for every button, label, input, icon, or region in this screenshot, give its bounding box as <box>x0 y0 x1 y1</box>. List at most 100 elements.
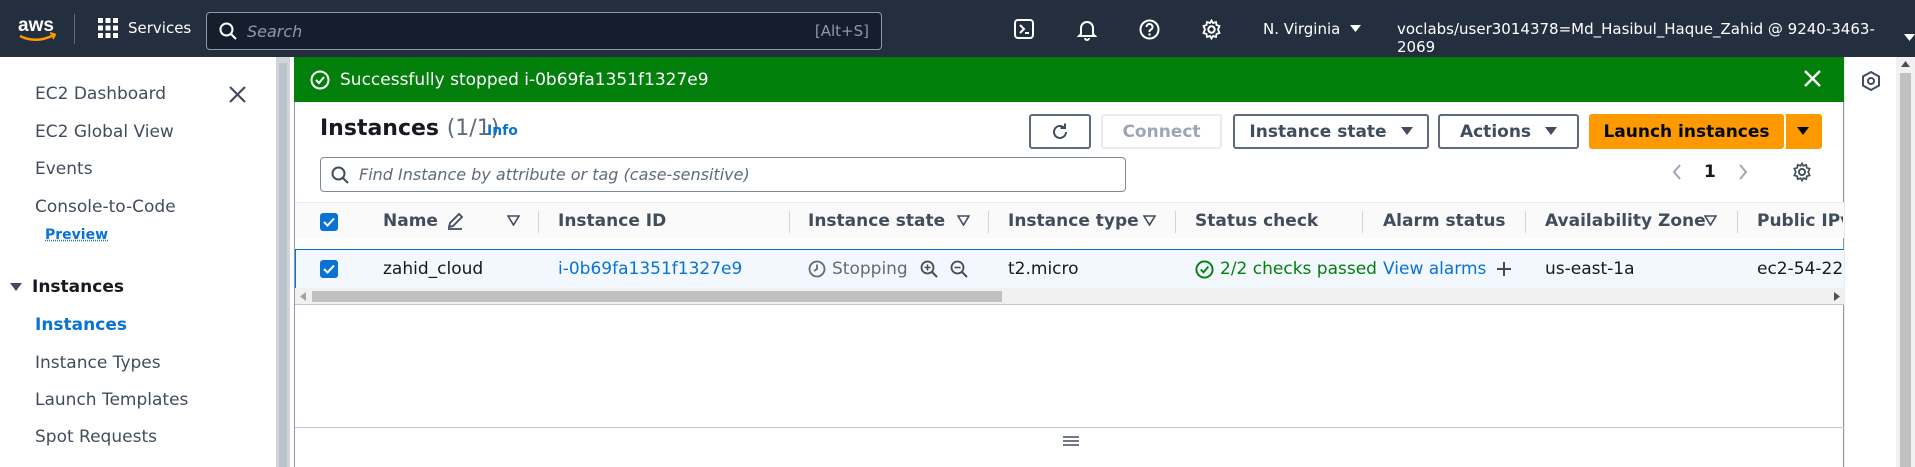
page-number[interactable]: 1 <box>1704 162 1716 182</box>
grid-icon <box>98 18 118 38</box>
success-check-icon <box>1195 259 1214 279</box>
column-divider[interactable] <box>1525 211 1526 233</box>
top-navigation: aws Services [Alt+S] N. Vir <box>0 0 1915 57</box>
right-tools-rail <box>1844 57 1896 467</box>
zoom-out-icon[interactable] <box>950 260 968 278</box>
search-input[interactable] <box>247 21 815 41</box>
sidebar-item-events[interactable]: Events <box>35 159 93 179</box>
chevron-left-icon[interactable] <box>1672 163 1682 181</box>
sidebar-item-ec2-dashboard[interactable]: EC2 Dashboard <box>35 84 166 104</box>
main-content: Successfully stopped i-0b69fa1351f1327e9… <box>294 57 1845 467</box>
drag-handle-icon[interactable] <box>1063 436 1079 446</box>
sidebar-item-instances[interactable]: Instances <box>35 315 127 335</box>
sort-caret-icon[interactable] <box>507 215 520 226</box>
view-alarms-link[interactable]: View alarms <box>1383 259 1486 279</box>
cell-name: zahid_cloud <box>383 259 484 279</box>
services-menu-button[interactable]: Services <box>98 18 191 38</box>
split-panel-handle[interactable] <box>295 427 1845 467</box>
column-header-status-check[interactable]: Status check <box>1195 211 1318 231</box>
sidebar-item-instance-types[interactable]: Instance Types <box>35 353 161 373</box>
info-link[interactable]: Info <box>487 123 518 139</box>
dismiss-flash-icon[interactable] <box>1803 69 1822 88</box>
search-box[interactable]: [Alt+S] <box>206 12 882 50</box>
chevron-right-icon[interactable] <box>1738 163 1748 181</box>
cell-alarm-status: View alarms <box>1383 259 1512 279</box>
sidebar-item-console-to-code[interactable]: Console-to-Code <box>35 197 176 217</box>
preview-badge[interactable]: Preview <box>45 227 108 243</box>
table-horizontal-scrollbar[interactable] <box>295 288 1845 305</box>
help-icon[interactable] <box>1139 19 1160 40</box>
sidebar-section-instances[interactable]: Instances <box>10 277 124 297</box>
cell-status-check: 2/2 checks passed <box>1195 259 1377 279</box>
caret-down-icon <box>1904 34 1915 42</box>
actions-dropdown[interactable]: Actions <box>1438 114 1579 149</box>
scroll-up-arrow-icon[interactable] <box>1901 61 1910 67</box>
search-icon <box>219 22 237 40</box>
page-scrollbar[interactable] <box>1896 57 1915 467</box>
table-preferences-gear-icon[interactable] <box>1792 162 1812 182</box>
nav-divider <box>74 14 75 44</box>
zoom-in-icon[interactable] <box>920 260 938 278</box>
column-divider[interactable] <box>988 211 989 233</box>
instance-filter[interactable] <box>320 157 1126 192</box>
caret-down-icon <box>1400 127 1413 136</box>
side-navigation: EC2 Dashboard EC2 Global View Events Con… <box>0 57 276 467</box>
scroll-right-arrow-icon[interactable] <box>1834 292 1840 301</box>
refresh-button[interactable] <box>1029 114 1091 149</box>
column-divider[interactable] <box>1362 211 1363 233</box>
sort-caret-icon[interactable] <box>957 215 970 226</box>
column-header-instance-type[interactable]: Instance type <box>1008 211 1139 231</box>
plus-icon[interactable] <box>1496 261 1512 277</box>
page-title: Instances (1/1) <box>320 116 499 141</box>
instance-state-dropdown[interactable]: Instance state <box>1233 114 1429 149</box>
success-check-icon <box>310 70 330 90</box>
column-header-availability-zone[interactable]: Availability Zone <box>1545 211 1706 231</box>
column-header-instance-id[interactable]: Instance ID <box>558 211 666 231</box>
cell-availability-zone: us-east-1a <box>1545 259 1635 279</box>
settings-gear-icon[interactable] <box>1201 19 1222 40</box>
scrollbar-thumb[interactable] <box>312 291 1002 302</box>
column-divider[interactable] <box>1737 211 1738 233</box>
launch-instances-button[interactable]: Launch instances <box>1589 114 1784 149</box>
scrollbar-thumb[interactable] <box>1900 73 1911 467</box>
state-label: Stopping <box>832 259 908 279</box>
caret-down-icon <box>1797 127 1809 136</box>
connect-button[interactable]: Connect <box>1101 114 1222 149</box>
sidebar-scrollbar[interactable] <box>276 57 290 467</box>
sidebar-item-launch-templates[interactable]: Launch Templates <box>35 390 188 410</box>
tools-panel-icon[interactable] <box>1860 70 1882 92</box>
column-header-public-ipv4[interactable]: Public IPv4 <box>1757 211 1843 231</box>
column-divider[interactable] <box>538 211 539 233</box>
column-divider[interactable] <box>1175 211 1176 233</box>
sidebar-item-ec2-global-view[interactable]: EC2 Global View <box>35 122 174 142</box>
select-all-checkbox[interactable] <box>320 213 338 231</box>
column-header-alarm-status[interactable]: Alarm status <box>1383 211 1506 231</box>
scroll-left-arrow-icon[interactable] <box>300 292 306 301</box>
filter-input[interactable] <box>359 165 1115 184</box>
column-divider[interactable] <box>789 211 790 233</box>
refresh-icon <box>1050 122 1070 142</box>
scrollbar-thumb[interactable] <box>279 63 287 467</box>
bell-icon[interactable] <box>1077 19 1097 41</box>
region-label: N. Virginia <box>1263 20 1341 38</box>
account-menu[interactable]: voclabs/user3014378=Md_Hasibul_Haque_Zah… <box>1397 20 1915 56</box>
sort-caret-icon[interactable] <box>1704 215 1717 226</box>
clock-icon <box>808 260 826 278</box>
sidebar-item-spot-requests[interactable]: Spot Requests <box>35 427 157 447</box>
sort-caret-icon[interactable] <box>1143 215 1156 226</box>
cloudshell-icon[interactable] <box>1014 19 1034 39</box>
cell-instance-id-link[interactable]: i-0b69fa1351f1327e9 <box>558 259 742 279</box>
account-label: voclabs/user3014378=Md_Hasibul_Haque_Zah… <box>1397 20 1875 56</box>
column-header-name[interactable]: Name <box>383 211 464 231</box>
close-sidebar-icon[interactable] <box>228 85 247 104</box>
column-label: Name <box>383 211 438 231</box>
pencil-icon <box>446 212 464 230</box>
row-checkbox[interactable] <box>320 260 338 278</box>
column-header-instance-state[interactable]: Instance state <box>808 211 945 231</box>
launch-instances-dropdown[interactable] <box>1784 114 1822 149</box>
flash-message: Successfully stopped i-0b69fa1351f1327e9 <box>340 69 709 90</box>
region-selector[interactable]: N. Virginia <box>1263 20 1362 38</box>
search-shortcut: [Alt+S] <box>814 22 869 40</box>
table-row[interactable]: zahid_cloud i-0b69fa1351f1327e9 Stopping… <box>295 249 1845 289</box>
aws-logo[interactable]: aws <box>16 14 60 44</box>
